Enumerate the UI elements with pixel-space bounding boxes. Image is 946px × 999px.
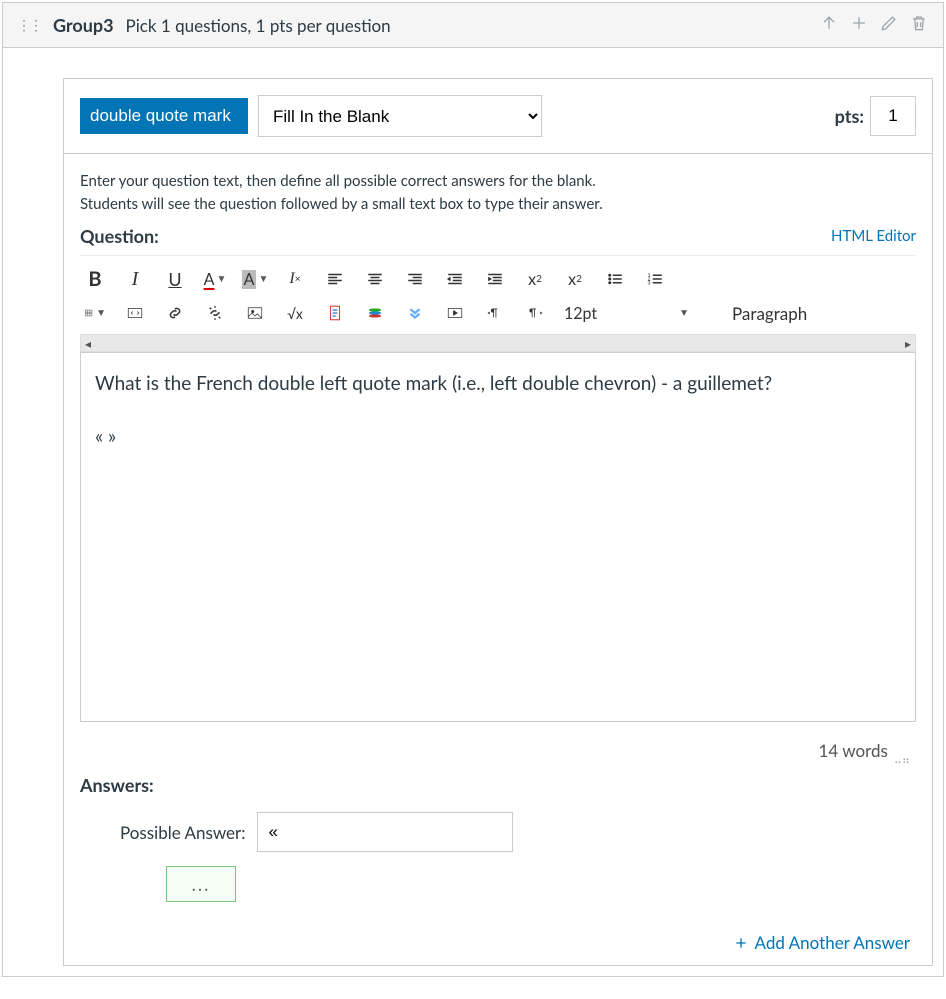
unlink-button[interactable]: [204, 302, 226, 324]
svg-text:¶: ¶: [491, 307, 498, 319]
answer-feedback-button[interactable]: ...: [166, 866, 236, 902]
numbered-list-button[interactable]: 123: [644, 268, 666, 290]
align-left-button[interactable]: [324, 268, 346, 290]
bullet-list-button[interactable]: [604, 268, 626, 290]
bg-color-button[interactable]: A▼: [244, 268, 266, 290]
scroll-right-icon[interactable]: ▸: [905, 336, 911, 351]
group-subtitle: Pick 1 questions, 1 pts per question: [126, 15, 391, 36]
document-button[interactable]: [324, 302, 346, 324]
instructions: Enter your question text, then define al…: [80, 170, 916, 215]
bold-button[interactable]: B: [84, 268, 106, 290]
drag-handle-icon[interactable]: ⋮⋮: [17, 16, 41, 34]
image-button[interactable]: [244, 302, 266, 324]
question-top-row: Fill In the Blank pts:: [64, 79, 932, 154]
arrow-up-icon[interactable]: [819, 13, 839, 37]
pts-input[interactable]: [870, 96, 916, 136]
group-header: ⋮⋮ Group3 Pick 1 questions, 1 pts per qu…: [3, 3, 943, 48]
editor-toolbar: B I U A▼ A▼ I× x2 x2 123 ▼: [80, 255, 916, 352]
question-editor: Fill In the Blank pts: Enter your questi…: [63, 78, 933, 966]
ltr-button[interactable]: ¶: [484, 302, 506, 324]
align-right-button[interactable]: [404, 268, 426, 290]
chevron-down-double-icon[interactable]: [404, 302, 426, 324]
indent-button[interactable]: [484, 268, 506, 290]
possible-answer-input[interactable]: [257, 812, 513, 852]
resize-grip-icon[interactable]: ⣀⣤: [894, 751, 910, 764]
toolbar-scrollbar[interactable]: ◂ ▸: [80, 334, 916, 352]
italic-button[interactable]: I: [124, 268, 146, 290]
align-center-button[interactable]: [364, 268, 386, 290]
superscript-button[interactable]: x2: [524, 268, 546, 290]
scroll-left-icon[interactable]: ◂: [85, 336, 91, 351]
question-name-input[interactable]: [80, 98, 248, 134]
equation-button[interactable]: √x: [284, 302, 306, 324]
text-color-button[interactable]: A▼: [204, 268, 226, 290]
trash-icon[interactable]: [909, 13, 929, 37]
question-type-select[interactable]: Fill In the Blank: [258, 95, 542, 137]
answer-row: Possible Answer:: [120, 812, 916, 852]
rich-text-editor[interactable]: What is the French double left quote mar…: [80, 352, 916, 722]
html-editor-link[interactable]: HTML Editor: [831, 227, 916, 245]
question-label: Question:: [80, 225, 159, 247]
font-size-select[interactable]: 12pt▼: [564, 304, 694, 323]
clear-formatting-button[interactable]: I×: [284, 268, 306, 290]
group-actions: [819, 13, 929, 37]
link-button[interactable]: [164, 302, 186, 324]
books-icon[interactable]: [364, 302, 386, 324]
svg-text:¶: ¶: [529, 307, 536, 319]
underline-button[interactable]: U: [164, 268, 186, 290]
table-button[interactable]: ▼: [84, 302, 106, 324]
rtl-button[interactable]: ¶: [524, 302, 546, 324]
embed-button[interactable]: [124, 302, 146, 324]
answers-label: Answers:: [80, 774, 916, 796]
video-button[interactable]: [444, 302, 466, 324]
svg-text:3: 3: [648, 280, 651, 286]
plus-icon: [733, 935, 749, 951]
word-count: 14 words⣀⣤: [80, 740, 910, 764]
add-another-answer-link[interactable]: Add Another Answer: [733, 932, 910, 953]
outdent-button[interactable]: [444, 268, 466, 290]
group-title: Group3: [53, 14, 114, 36]
possible-answer-label: Possible Answer:: [120, 822, 245, 843]
paragraph-style-select[interactable]: Paragraph: [732, 303, 807, 324]
subscript-button[interactable]: x2: [564, 268, 586, 290]
plus-icon[interactable]: [849, 13, 869, 37]
pts-label: pts:: [835, 105, 864, 127]
pencil-icon[interactable]: [879, 13, 899, 37]
